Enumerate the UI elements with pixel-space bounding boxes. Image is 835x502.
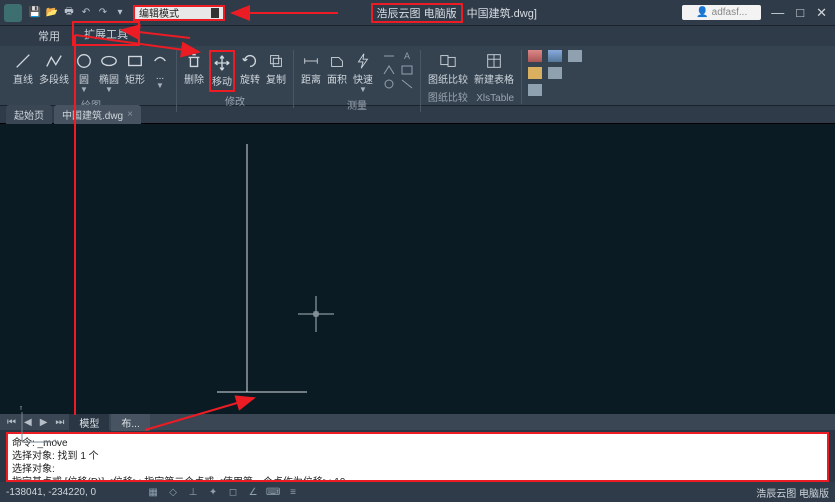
tool-line[interactable]: 直线 xyxy=(12,50,34,88)
close-tab-icon[interactable]: × xyxy=(127,109,133,120)
sb-ortho-icon[interactable]: ⊥ xyxy=(186,485,200,499)
group-xls-label: XlsTable xyxy=(476,93,514,104)
measure-small-1[interactable] xyxy=(382,50,396,62)
close-button[interactable]: ✕ xyxy=(812,5,831,21)
qa-more-icon[interactable]: ▾ xyxy=(113,6,127,20)
group-measure-label: 测量 xyxy=(347,97,367,112)
measure-small-6[interactable] xyxy=(400,78,414,90)
misc-5[interactable] xyxy=(548,67,562,79)
measure-small-4[interactable]: A xyxy=(400,50,414,62)
svg-text:Y: Y xyxy=(18,406,24,412)
tool-rotate[interactable]: 旋转 xyxy=(239,50,261,88)
tab-layout[interactable]: 布... xyxy=(111,414,149,431)
group-edit: 删除 移动 旋转 复制 修改 xyxy=(177,50,294,108)
doctab-start[interactable]: 起始页 xyxy=(6,105,52,124)
tool-ellipse[interactable]: 椭圆▼ xyxy=(98,50,120,96)
misc-tools xyxy=(528,50,584,98)
sb-lwt-icon[interactable]: ≡ xyxy=(286,485,300,499)
sb-grid-icon[interactable]: ▦ xyxy=(146,485,160,499)
tool-compare[interactable]: 图纸比较 xyxy=(427,50,469,88)
measure-small-3[interactable] xyxy=(382,78,396,90)
group-draw: 直线 多段线 圆▼ 椭圆▼ 矩形 ...▼ 绘图 xyxy=(6,50,177,112)
model-tabs: ⏮ ◀ ▶ ⏭ 模型 布... xyxy=(0,414,835,430)
cmd-line-2: 选择对象: 找到 1 个 xyxy=(12,450,823,463)
tool-pline[interactable]: 多段线 xyxy=(38,50,70,88)
brand-label: 浩辰云图 电脑版 xyxy=(371,3,463,23)
qa-plot-icon[interactable]: 🖶 xyxy=(62,6,76,20)
group-compare: 图纸比较 新建表格 图纸比较 XlsTable xyxy=(421,50,522,104)
tool-delete[interactable]: 删除 xyxy=(183,50,205,88)
cmd-line-1: 命令: _move xyxy=(12,437,823,450)
tool-dist[interactable]: 距离 xyxy=(300,50,322,88)
search-input[interactable]: 编辑模式 xyxy=(133,5,225,21)
measure-small-2[interactable] xyxy=(382,64,396,76)
qa-redo-icon[interactable]: ↷ xyxy=(96,6,110,20)
tab-ext[interactable]: 扩展工具 xyxy=(72,21,140,46)
status-bar: -138041, -234220, 0 ▦ ◇ ⊥ ✦ ◻ ∠ ⌨ ≡ 浩辰云图… xyxy=(0,482,835,502)
sb-snap-icon[interactable]: ◇ xyxy=(166,485,180,499)
cmd-line-3: 选择对象: xyxy=(12,463,823,476)
svg-text:A: A xyxy=(404,51,410,61)
tool-rect[interactable]: 矩形 xyxy=(124,50,146,88)
ribbon: 直线 多段线 圆▼ 椭圆▼ 矩形 ...▼ 绘图 删除 移动 旋转 复制 修改 … xyxy=(0,46,835,106)
coords: -138041, -234220, 0 xyxy=(6,487,96,498)
sb-dyn-icon[interactable]: ⌨ xyxy=(266,485,280,499)
svg-text:X: X xyxy=(54,438,58,448)
drawing-canvas[interactable]: YX xyxy=(0,124,835,414)
tool-more[interactable]: ...▼ xyxy=(150,50,170,92)
misc-4[interactable] xyxy=(528,67,542,79)
sb-osnap-icon[interactable]: ◻ xyxy=(226,485,240,499)
status-right: 浩辰云图 电脑版 xyxy=(756,485,829,500)
tab-common[interactable]: 常用 xyxy=(28,25,70,46)
tool-newtable[interactable]: 新建表格 xyxy=(473,50,515,88)
sb-polar-icon[interactable]: ✦ xyxy=(206,485,220,499)
command-window[interactable]: 命令: _move 选择对象: 找到 1 个 选择对象: 指定基点或 [位移(D… xyxy=(6,432,829,482)
doc-suffix: 中国建筑.dwg] xyxy=(467,5,537,21)
minimize-button[interactable]: — xyxy=(767,5,788,21)
doctab-file[interactable]: 中国建筑.dwg× xyxy=(54,105,141,124)
app-logo xyxy=(4,4,22,22)
qa-save-icon[interactable]: 💾 xyxy=(28,6,42,20)
qa-undo-icon[interactable]: ↶ xyxy=(79,6,93,20)
measure-small-5[interactable] xyxy=(400,64,414,76)
tool-move[interactable]: 移动 xyxy=(209,50,235,92)
misc-3[interactable] xyxy=(568,50,582,62)
tool-area[interactable]: 面积 xyxy=(326,50,348,88)
group-compare-label: 图纸比较 xyxy=(428,93,468,104)
user-chip[interactable]: 👤 adfasf... xyxy=(682,5,761,20)
tool-quick[interactable]: 快速▼ xyxy=(352,50,374,96)
misc-2[interactable] xyxy=(548,50,562,62)
search-clear-icon[interactable] xyxy=(211,8,219,18)
title-text: 浩辰云图 电脑版 中国建筑.dwg] xyxy=(371,3,537,23)
qa-open-icon[interactable]: 📂 xyxy=(45,6,59,20)
group-edit-label: 修改 xyxy=(225,93,245,108)
tab-model[interactable]: 模型 xyxy=(69,414,109,431)
quick-access: 💾 📂 🖶 ↶ ↷ ▾ xyxy=(28,6,127,20)
title-right: 👤 adfasf... — □ ✕ xyxy=(682,5,831,21)
tool-circle[interactable]: 圆▼ xyxy=(74,50,94,96)
ribbon-tabs: 常用 扩展工具 xyxy=(0,26,835,46)
misc-1[interactable] xyxy=(528,50,542,62)
misc-6[interactable] xyxy=(528,84,542,96)
group-measure: 距离 面积 快速▼ A 测量 xyxy=(294,50,421,112)
tool-copy[interactable]: 复制 xyxy=(265,50,287,88)
search-text: 编辑模式 xyxy=(139,5,179,20)
sb-track-icon[interactable]: ∠ xyxy=(246,485,260,499)
maximize-button[interactable]: □ xyxy=(792,5,808,21)
